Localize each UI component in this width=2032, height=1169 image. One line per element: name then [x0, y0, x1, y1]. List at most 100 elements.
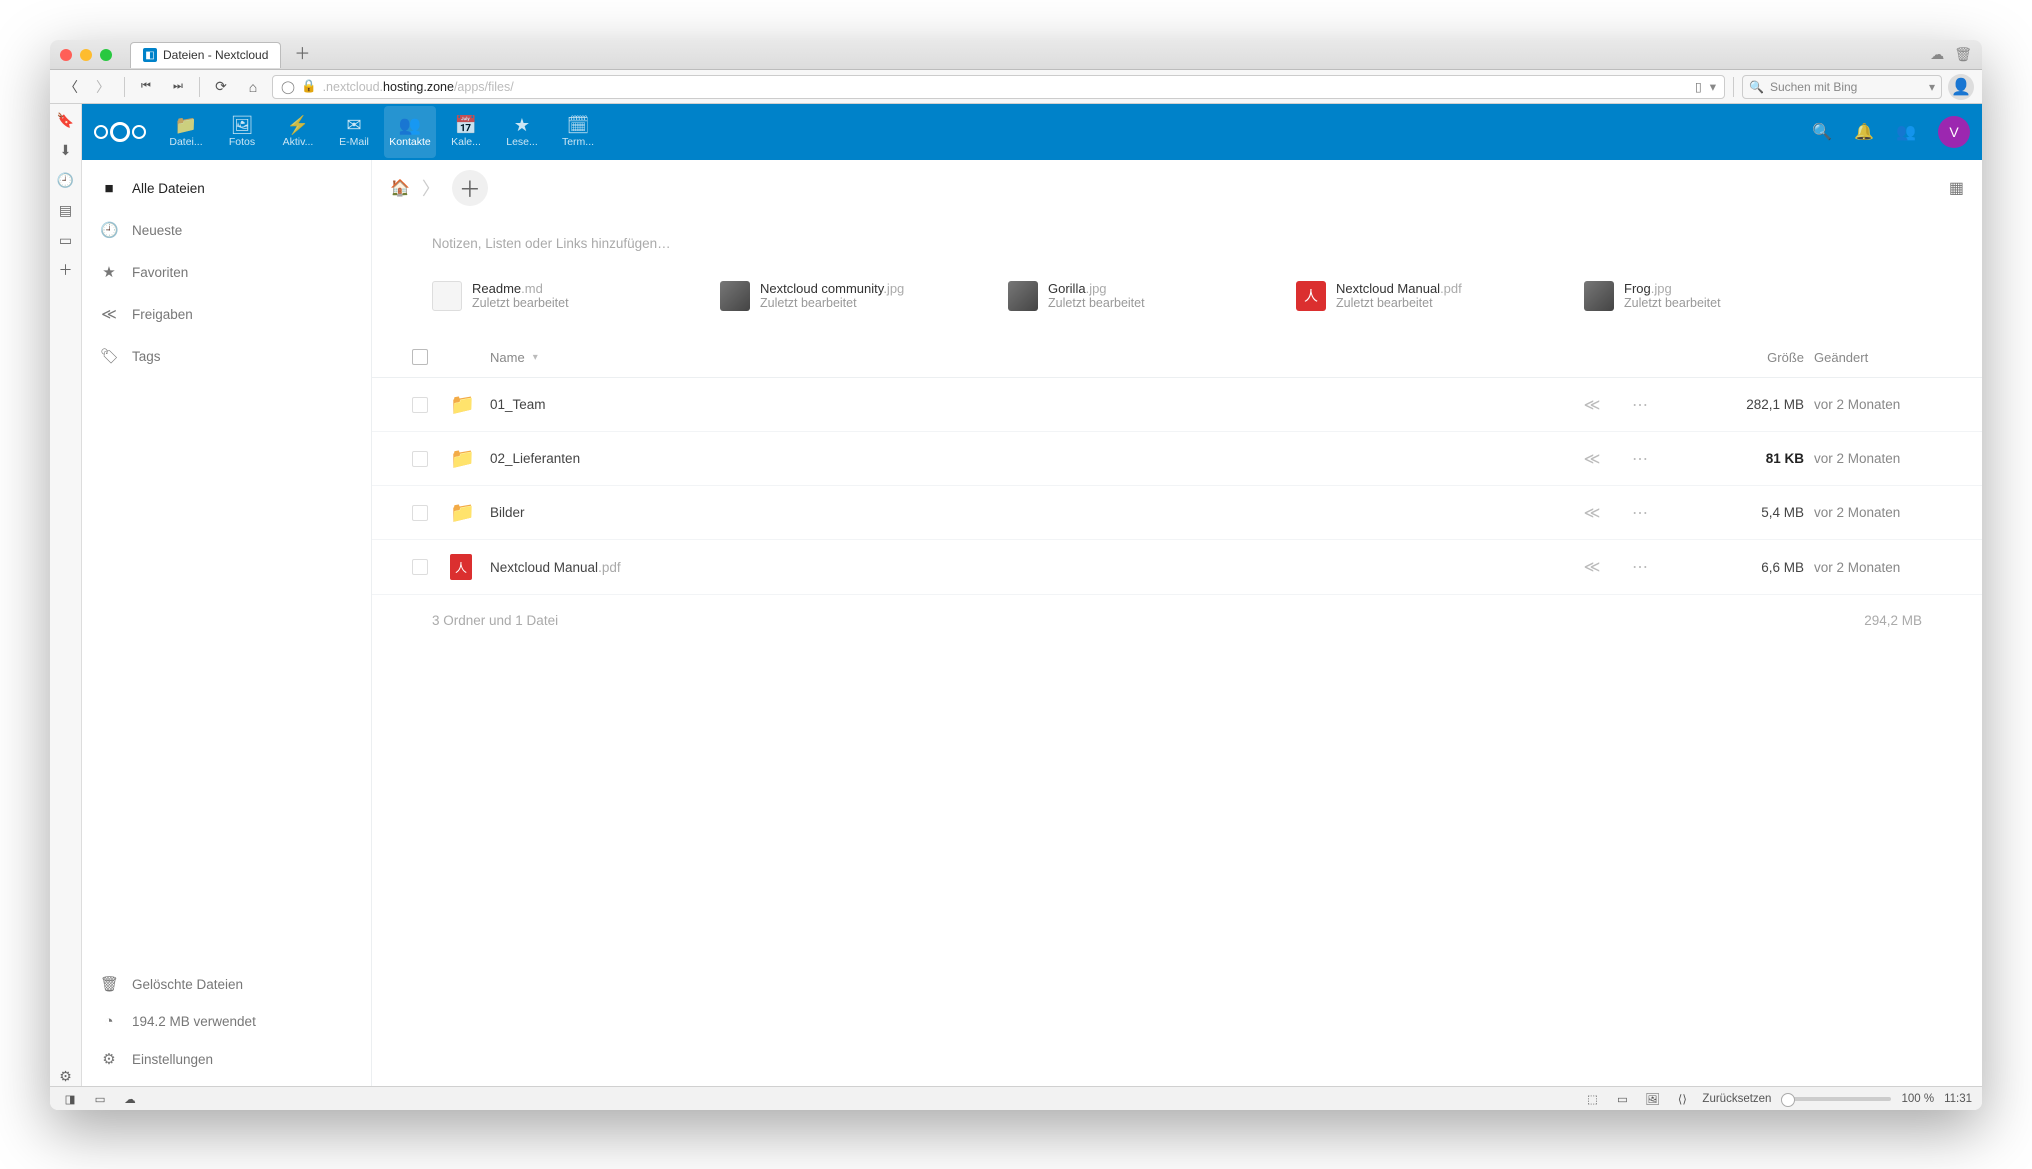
app-calendar[interactable]: 📅Kale...	[440, 106, 492, 158]
share-icon: ≪	[100, 305, 118, 323]
sidebar-item-share[interactable]: ≪Freigaben	[82, 293, 371, 335]
sidebar-item-tag[interactable]: 🏷Tags	[82, 335, 371, 377]
app-label: Lese...	[506, 136, 538, 148]
recent-item[interactable]: Gorilla.jpg Zuletzt bearbeitet	[1008, 281, 1258, 311]
cloud-sync-icon[interactable]: ☁	[1930, 46, 1944, 63]
tiling-icon[interactable]: ▭	[90, 1089, 110, 1109]
recent-item[interactable]: Readme.md Zuletzt bearbeitet	[432, 281, 682, 311]
row-checkbox[interactable]	[412, 397, 428, 413]
file-list-header: Name▾ Größe Geändert	[372, 337, 1982, 378]
more-actions-button[interactable]: ⋯	[1616, 557, 1664, 577]
sidebar-item-label: Alle Dateien	[132, 181, 205, 196]
share-button[interactable]: ≪	[1568, 449, 1616, 469]
reader-icon[interactable]: ▤	[56, 200, 76, 220]
new-file-button[interactable]: ＋	[452, 170, 488, 206]
app-folder[interactable]: 📁Datei...	[160, 106, 212, 158]
more-actions-button[interactable]: ⋯	[1616, 395, 1664, 415]
first-page-button[interactable]: ⏮	[133, 74, 159, 100]
downloads-icon[interactable]: ⬇	[56, 140, 76, 160]
bookmark-icon[interactable]: ▯	[1695, 79, 1702, 94]
recent-item[interactable]: 人 Nextcloud Manual.pdf Zuletzt bearbeite…	[1296, 281, 1546, 311]
user-avatar[interactable]: V	[1938, 116, 1970, 148]
app-switcher: 📁Datei...🖼Fotos⚡Aktiv...✉E-Mail👥Kontakte…	[160, 106, 604, 158]
zoom-slider[interactable]	[1781, 1097, 1891, 1101]
nextcloud-logo[interactable]	[94, 122, 146, 142]
bookmarks-icon[interactable]: 🔖	[56, 110, 76, 130]
notifications-icon[interactable]: 🔔	[1854, 122, 1874, 142]
recent-subtitle: Zuletzt bearbeitet	[1336, 296, 1462, 310]
panel-toggle-icon[interactable]: ◨	[60, 1089, 80, 1109]
search-icon[interactable]: 🔍	[1812, 122, 1832, 142]
trash-icon[interactable]: 🗑	[1954, 46, 1972, 63]
url-host: hosting.zone	[383, 80, 454, 94]
back-button[interactable]: 〈	[58, 74, 84, 100]
reload-button[interactable]: ⟳	[208, 74, 234, 100]
file-row[interactable]: 📁 01_Team ≪ ⋯ 282,1 MB vor 2 Monaten	[372, 378, 1982, 432]
search-dropdown-icon[interactable]: ▾	[1929, 80, 1935, 94]
row-checkbox[interactable]	[412, 451, 428, 467]
app-bolt[interactable]: ⚡Aktiv...	[272, 106, 324, 158]
reset-zoom-button[interactable]: Zurücksetzen	[1702, 1093, 1771, 1105]
summary-count: 3 Ordner und 1 Datei	[432, 613, 558, 628]
more-actions-button[interactable]: ⋯	[1616, 449, 1664, 469]
select-all-checkbox[interactable]	[412, 349, 428, 365]
add-panel-icon[interactable]: ＋	[56, 260, 76, 280]
sidebar-item-folder[interactable]: ■Alle Dateien	[82, 168, 371, 209]
status-bar: ◨ ▭ ☁ ⬚ ▭ 🖼 ⟨⟩ Zurücksetzen 100 % 11:31	[50, 1086, 1982, 1110]
home-button[interactable]: ⌂	[240, 74, 266, 100]
profile-button[interactable]: 👤	[1948, 74, 1974, 100]
app-users[interactable]: 👥Kontakte	[384, 106, 436, 158]
sidebar-item-clock[interactable]: 🕘Neueste	[82, 209, 371, 251]
app-mail[interactable]: ✉E-Mail	[328, 106, 380, 158]
sidebar-item-trash[interactable]: 🗑Gelöschte Dateien	[82, 965, 371, 1003]
app-image[interactable]: 🖼Fotos	[216, 106, 268, 158]
breadcrumb-home-icon[interactable]: 🏠	[390, 178, 410, 198]
folder-icon: 📁	[450, 394, 475, 416]
share-button[interactable]: ≪	[1568, 503, 1616, 523]
tracking-shield-icon[interactable]: ◯	[281, 79, 295, 94]
row-checkbox[interactable]	[412, 559, 428, 575]
sidebar-item-pie[interactable]: ◔194.2 MB verwendet	[82, 1003, 371, 1040]
devtools-icon[interactable]: ⟨⟩	[1672, 1089, 1692, 1109]
column-size[interactable]: Größe	[1664, 350, 1814, 365]
dropdown-icon[interactable]: ▾	[1710, 79, 1716, 94]
app-star[interactable]: ★Lese...	[496, 106, 548, 158]
column-name[interactable]: Name▾	[490, 350, 1568, 365]
capture-icon[interactable]: ⬚	[1582, 1089, 1602, 1109]
address-bar[interactable]: ◯ 🔒 .nextcloud.hosting.zone/apps/files/ …	[272, 75, 1725, 99]
grid-view-toggle[interactable]: ▦	[1949, 178, 1964, 198]
app-date[interactable]: 🗓Term...	[552, 106, 604, 158]
sidebar-item-gear[interactable]: ⚙Einstellungen	[82, 1040, 371, 1078]
close-window-button[interactable]	[60, 49, 72, 61]
browser-tab[interactable]: ◧ Dateien - Nextcloud	[130, 42, 281, 68]
last-page-button[interactable]: ⏭	[165, 74, 191, 100]
notes-input[interactable]: Notizen, Listen oder Links hinzufügen…	[372, 216, 1982, 271]
sidebar-item-star[interactable]: ★Favoriten	[82, 251, 371, 293]
new-tab-button[interactable]: ＋	[291, 44, 313, 66]
share-button[interactable]: ≪	[1568, 395, 1616, 415]
settings-gear-icon[interactable]: ⚙	[56, 1066, 76, 1086]
column-modified[interactable]: Geändert	[1814, 350, 1964, 365]
recent-item[interactable]: Nextcloud community.jpg Zuletzt bearbeit…	[720, 281, 970, 311]
more-actions-button[interactable]: ⋯	[1616, 503, 1664, 523]
search-box[interactable]: 🔍 Suchen mit Bing ▾	[1742, 75, 1942, 99]
file-modified: vor 2 Monaten	[1814, 451, 1964, 466]
history-icon[interactable]: 🕘	[56, 170, 76, 190]
recent-item[interactable]: Frog.jpg Zuletzt bearbeitet	[1584, 281, 1834, 311]
sync-cloud-icon[interactable]: ☁	[120, 1089, 140, 1109]
contacts-icon[interactable]: 👥	[1896, 122, 1916, 142]
mail-icon: ✉	[346, 116, 361, 134]
file-row[interactable]: 📁 02_Lieferanten ≪ ⋯ 81 KB vor 2 Monaten	[372, 432, 1982, 486]
panel-icon[interactable]: ▭	[56, 230, 76, 250]
minimize-window-button[interactable]	[80, 49, 92, 61]
row-checkbox[interactable]	[412, 505, 428, 521]
summary-total: 294,2 MB	[1864, 613, 1922, 628]
maximize-window-button[interactable]	[100, 49, 112, 61]
sidebar-item-label: 194.2 MB verwendet	[132, 1014, 256, 1029]
file-row[interactable]: 人 Nextcloud Manual.pdf ≪ ⋯ 6,6 MB vor 2 …	[372, 540, 1982, 595]
forward-button[interactable]: 〉	[90, 74, 116, 100]
share-button[interactable]: ≪	[1568, 557, 1616, 577]
image-icon[interactable]: 🖼	[1642, 1089, 1662, 1109]
file-row[interactable]: 📁 Bilder ≪ ⋯ 5,4 MB vor 2 Monaten	[372, 486, 1982, 540]
window-icon[interactable]: ▭	[1612, 1089, 1632, 1109]
